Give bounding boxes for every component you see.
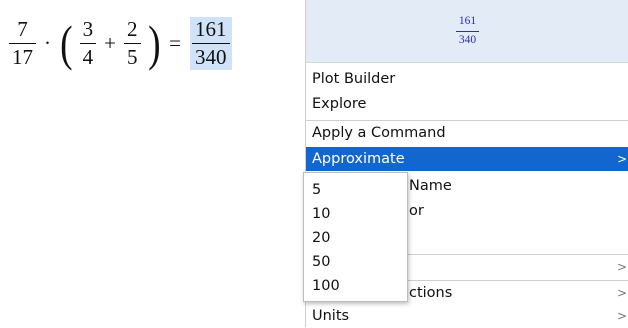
menu-item-label: Plot Builder [312,71,396,87]
menu-item-label: Name [409,178,452,194]
menu-item-label: or [409,203,424,219]
submenu-item-50[interactable]: 50 [312,250,402,274]
selected-result[interactable]: 161 340 [190,16,232,70]
menu-item-plot-builder[interactable]: Plot Builder [306,67,628,91]
preview-fraction: 161 340 [455,15,480,47]
menu-item-label: Apply a Command [312,125,446,141]
menu-preview: 161 340 [306,0,628,63]
approximate-submenu: 5 10 20 50 100 [303,172,408,302]
menu-item-apply-command[interactable]: Apply a Command [306,120,628,144]
denominator: 17 [9,42,36,68]
fraction-7-17: 7 17 [9,16,36,68]
numerator: 161 [458,15,477,27]
submenu-item-20[interactable]: 20 [312,226,402,250]
menu-item-units[interactable]: Units > [306,304,628,328]
submenu-item-100[interactable]: 100 [312,274,402,298]
menu-item-label: Units [312,308,350,324]
fraction-2-5: 2 5 [124,16,141,68]
submenu-arrow-icon: > [616,309,627,323]
numerator: 161 [195,16,227,41]
submenu-item-10[interactable]: 10 [312,202,402,226]
plus-sign: + [104,30,116,55]
fraction-3-4: 3 4 [79,16,97,68]
submenu-arrow-icon: > [616,260,627,274]
menu-item-label: Approximate [312,151,405,167]
math-expression[interactable]: 7 17 · ( 3 4 + 2 5 ) = 161 340 [6,10,235,76]
denominator: 340 [192,42,230,68]
menu-item-label: Explore [312,96,367,112]
left-paren: ( [60,15,73,71]
menu-item-explore[interactable]: Explore [306,92,628,116]
right-paren: ) [147,15,161,71]
denominator: 340 [455,30,480,47]
submenu-arrow-icon: > [616,286,627,300]
menu-item-label: ctions [409,285,453,301]
equals-sign: = [169,30,181,55]
multiply-dot: · [44,30,51,55]
submenu-item-5[interactable]: 5 [312,178,402,202]
denominator: 5 [124,42,141,68]
denominator: 4 [79,42,97,68]
numerator: 3 [82,16,94,41]
numerator: 7 [17,16,28,41]
submenu-arrow-icon: > [616,152,627,166]
menu-item-approximate[interactable]: Approximate > [306,147,628,171]
numerator: 2 [127,16,138,41]
